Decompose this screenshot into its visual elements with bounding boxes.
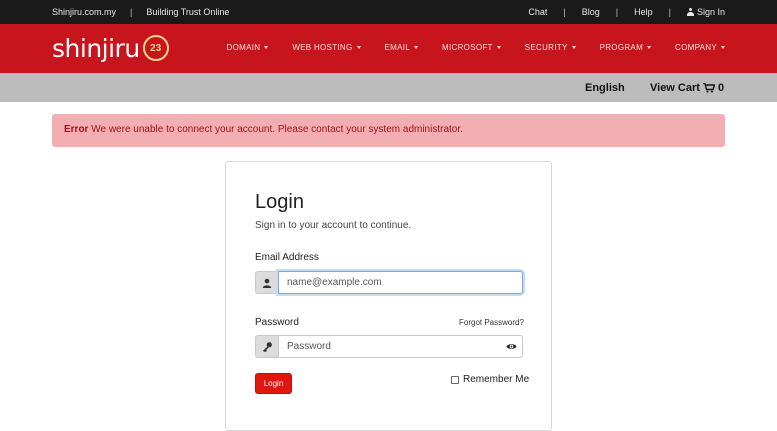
sign-in-label: Sign In	[696, 7, 725, 17]
nav-item-label: MICROSOFT	[442, 43, 493, 52]
nav-item-web-hosting[interactable]: WEB HOSTING	[292, 43, 361, 52]
logo-wordmark: shinjiru	[52, 33, 140, 63]
password-input[interactable]	[278, 335, 523, 358]
error-alert: Error We were unable to connect your acc…	[52, 114, 725, 147]
sub-bar: English View Cart 0	[0, 73, 777, 102]
caret-down-icon	[571, 46, 576, 49]
view-cart-label: View Cart	[650, 82, 700, 94]
nav-item-company[interactable]: COMPANY	[675, 43, 725, 52]
password-label: Password	[255, 317, 299, 328]
tagline: Building Trust Online	[146, 7, 230, 17]
login-button[interactable]: Login	[255, 373, 292, 394]
separator: |	[130, 7, 133, 17]
nav-item-label: EMAIL	[384, 43, 411, 52]
cart-count: 0	[717, 82, 725, 94]
separator: |	[563, 7, 566, 17]
email-addon	[255, 271, 278, 294]
login-title: Login	[255, 191, 304, 213]
nav-item-label: PROGRAM	[599, 43, 644, 52]
nav-item-domain[interactable]: DOMAIN	[227, 43, 269, 52]
key-icon	[262, 342, 272, 352]
password-addon	[255, 335, 278, 358]
password-input-group	[255, 335, 523, 358]
user-icon	[686, 8, 694, 16]
top-bar-left: Shinjiru.com.my | Building Trust Online	[52, 7, 229, 17]
view-cart-link[interactable]: View Cart 0	[650, 82, 724, 94]
nav-item-label: DOMAIN	[226, 43, 261, 52]
separator: |	[668, 7, 671, 17]
user-icon	[262, 278, 272, 288]
caret-down-icon	[721, 46, 725, 49]
login-card: Login Sign in to your account to continu…	[225, 161, 552, 431]
nav-item-microsoft[interactable]: MICROSOFT	[442, 43, 501, 52]
nav-item-email[interactable]: EMAIL	[385, 43, 419, 52]
language-selector[interactable]: English	[585, 82, 625, 94]
main-navbar: shinjiru 23 DOMAIN WEB HOSTING EMAIL MIC…	[0, 24, 777, 73]
forgot-password-link[interactable]: Forgot Password?	[459, 318, 524, 327]
login-subtitle: Sign in to your account to continue.	[255, 220, 412, 231]
alert-prefix: Error	[64, 124, 89, 135]
nav-item-security[interactable]: SECURITY	[525, 43, 576, 52]
nav-item-label: COMPANY	[675, 43, 717, 52]
shopping-cart-icon	[702, 83, 715, 93]
anniversary-badge-icon: 23	[142, 35, 169, 61]
help-link[interactable]: Help	[634, 7, 653, 17]
nav-menu: DOMAIN WEB HOSTING EMAIL MICROSOFT SECUR…	[227, 43, 725, 52]
sign-in-link[interactable]: Sign In	[686, 7, 725, 17]
caret-down-icon	[647, 46, 652, 49]
top-bar-right: Chat | Blog | Help | Sign In	[528, 7, 725, 17]
nav-item-label: SECURITY	[524, 43, 568, 52]
caret-down-icon	[356, 46, 361, 49]
email-input[interactable]	[278, 271, 523, 294]
separator: |	[615, 7, 619, 17]
eye-icon[interactable]	[506, 341, 517, 352]
nav-item-program[interactable]: PROGRAM	[599, 43, 652, 52]
remember-me-checkbox[interactable]	[451, 375, 459, 384]
nav-item-label: WEB HOSTING	[292, 43, 353, 52]
caret-down-icon	[414, 46, 419, 49]
top-bar: Shinjiru.com.my | Building Trust Online …	[0, 0, 777, 24]
caret-down-icon	[496, 46, 501, 49]
blog-link[interactable]: Blog	[582, 7, 600, 17]
caret-down-icon	[264, 46, 269, 49]
chat-link[interactable]: Chat	[528, 7, 547, 17]
site-domain-link[interactable]: Shinjiru.com.my	[52, 7, 116, 17]
remember-me-label: Remember Me	[463, 374, 530, 385]
logo[interactable]: shinjiru 23	[52, 32, 169, 64]
remember-me[interactable]: Remember Me	[451, 374, 529, 385]
alert-message: We were unable to connect your account. …	[91, 124, 463, 135]
email-label: Email Address	[255, 252, 319, 263]
email-input-group	[255, 271, 523, 294]
